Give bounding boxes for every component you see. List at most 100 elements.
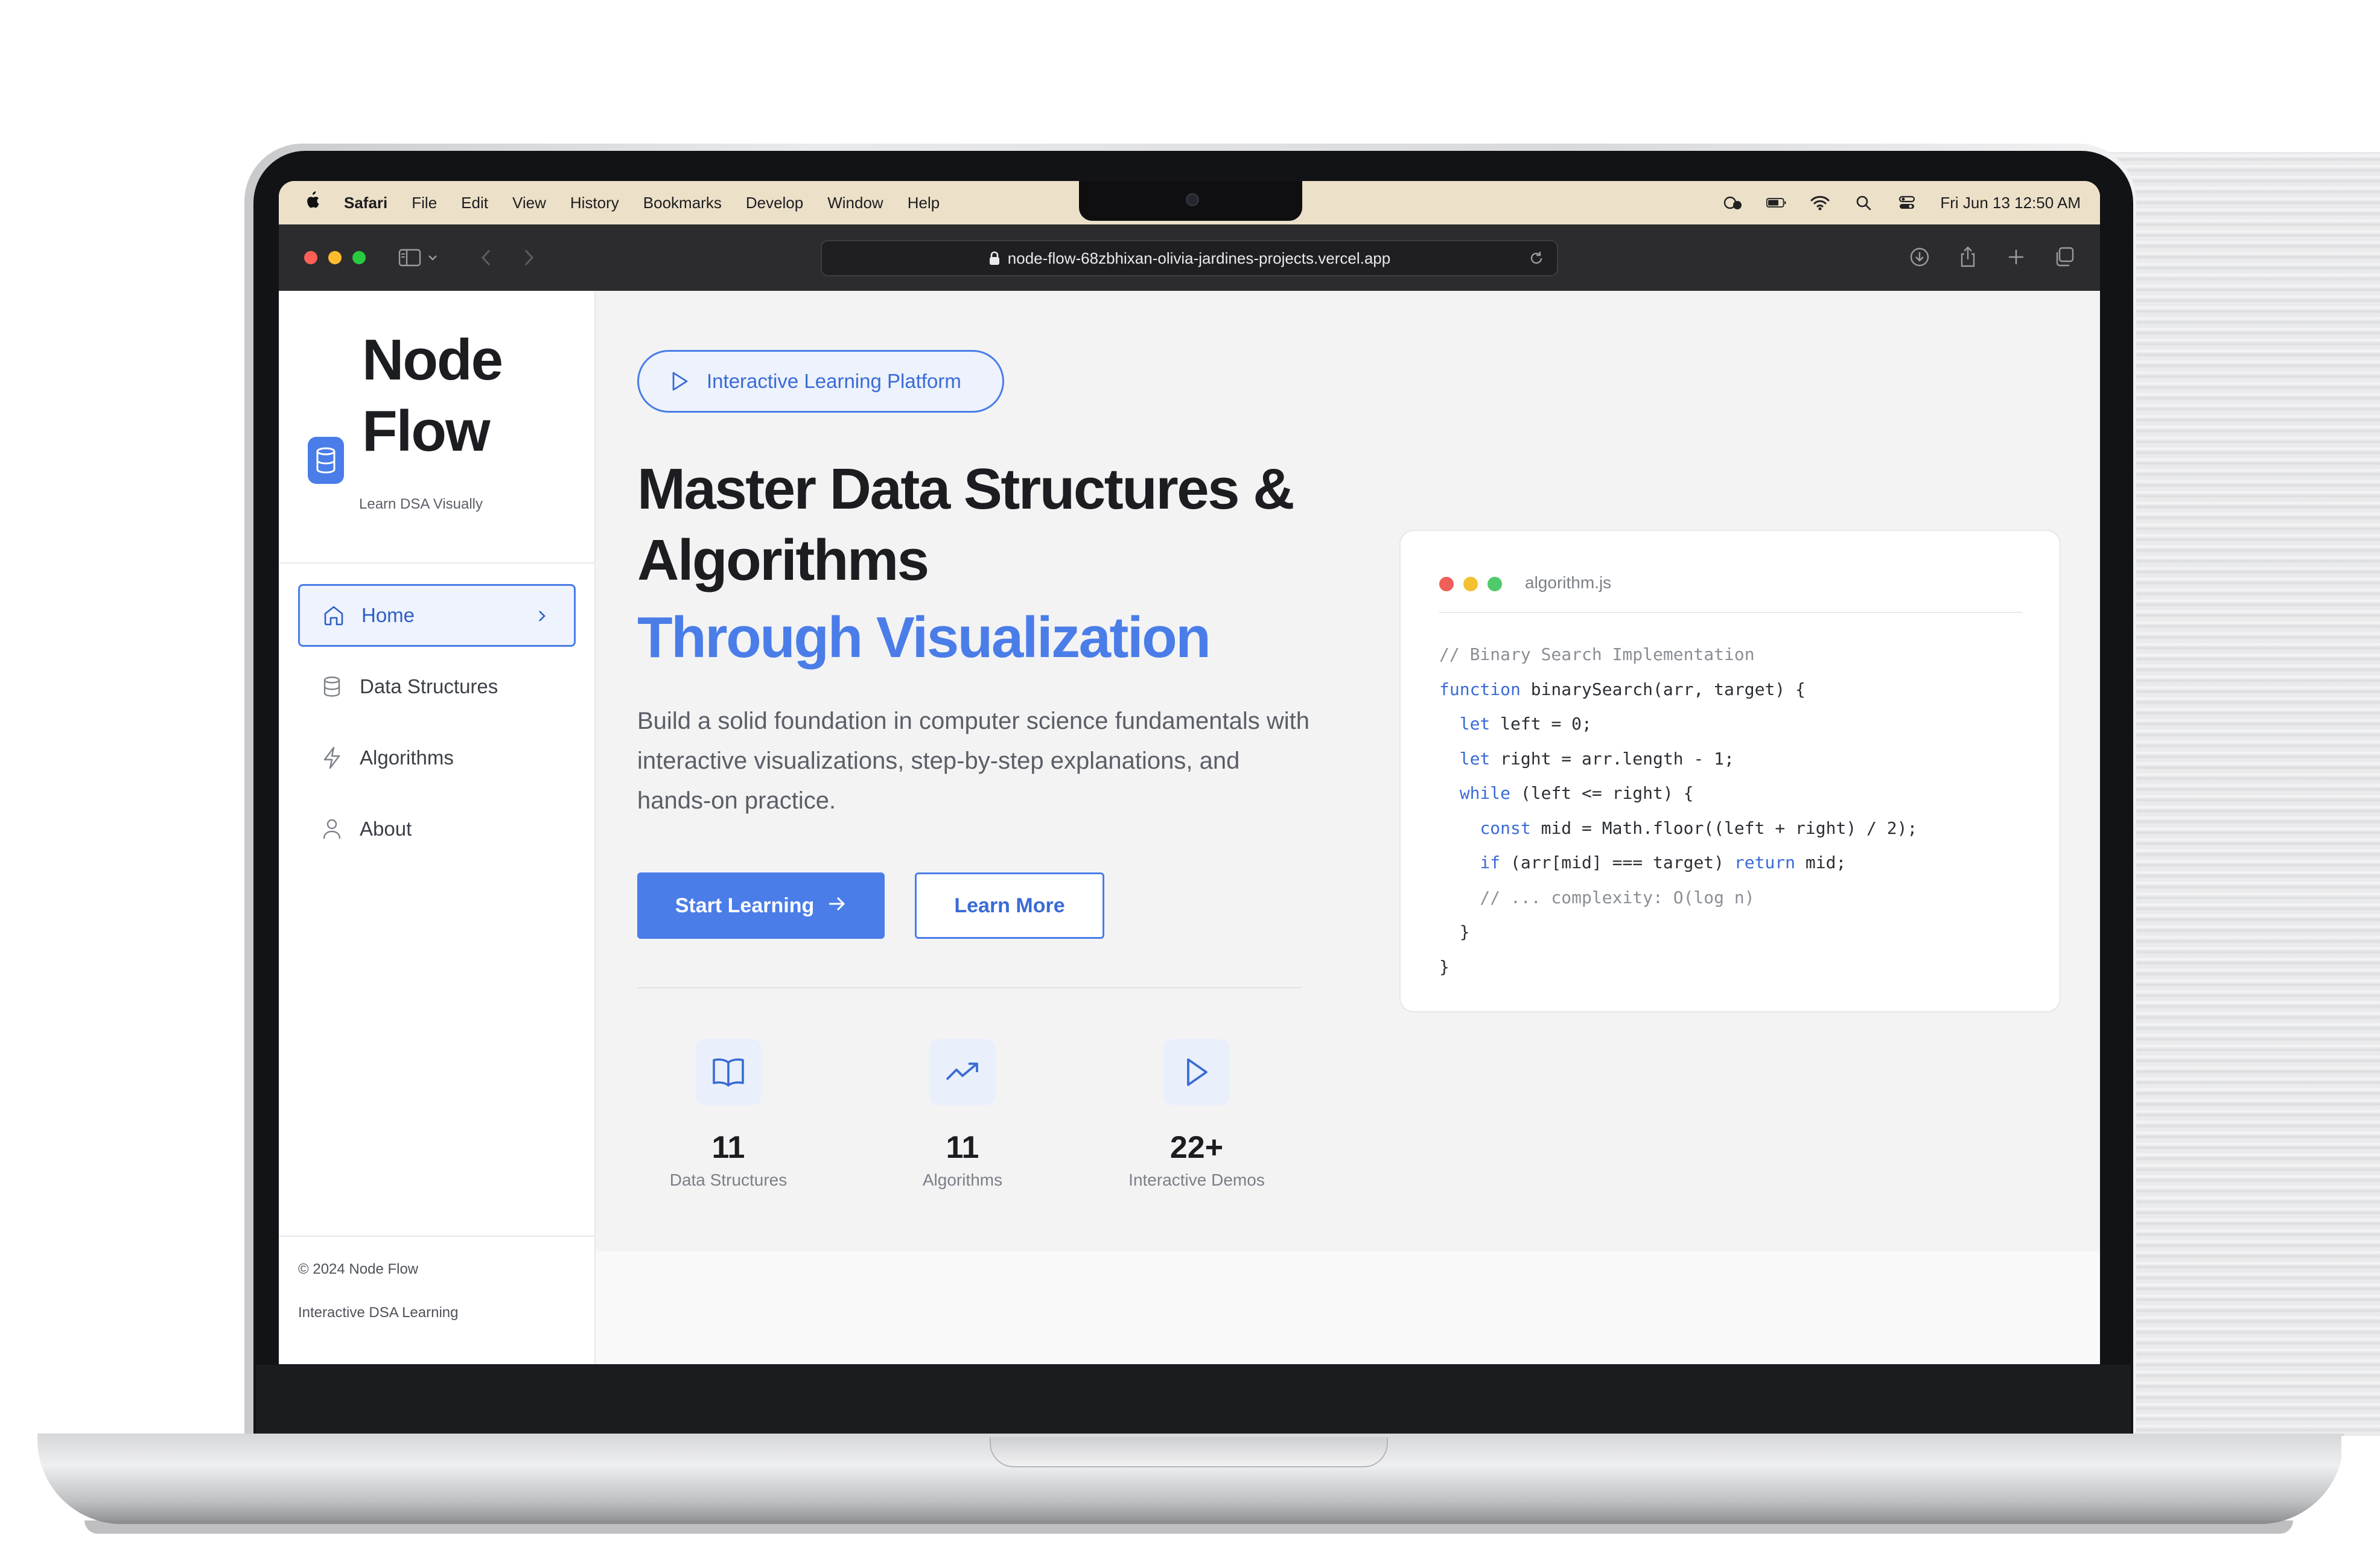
code-keyword: let — [1459, 714, 1491, 734]
back-arrow-icon[interactable] — [477, 246, 495, 269]
code-line: } — [1439, 956, 1449, 977]
chevron-right-icon — [533, 607, 551, 625]
laptop-ghost-edge — [2100, 152, 2380, 1437]
sidebar-item-label: Data Structures — [360, 675, 498, 697]
code-block: // Binary Search Implementation function … — [1439, 637, 1917, 984]
sidebar-item-label: About — [360, 818, 412, 840]
lock-icon — [988, 251, 1001, 265]
menu-app-name[interactable]: Safari — [344, 194, 387, 212]
forward-arrow-icon[interactable] — [520, 246, 538, 269]
macos-menubar: Safari File Edit View History Bookmarks … — [279, 181, 2100, 224]
code-keyword: const — [1480, 818, 1531, 838]
sidebar-item-algorithms[interactable]: Algorithms — [298, 726, 576, 789]
code-preview-card: algorithm.js // Binary Search Implementa… — [1399, 530, 2061, 1012]
brand-title-line2: Flow — [362, 399, 491, 463]
platform-badge-label: Interactive Learning Platform — [707, 370, 961, 392]
browser-toolbar: node-flow-68zbhixan-olivia-jardines-proj… — [279, 224, 2100, 291]
lightning-icon — [320, 746, 344, 770]
sidebar-item-data-structures[interactable]: Data Structures — [298, 655, 576, 718]
tab-overview-icon[interactable] — [2053, 245, 2076, 269]
spotlight-search-icon[interactable] — [1853, 194, 1874, 212]
sidebar-item-about[interactable]: About — [298, 798, 576, 860]
menubar-datetime[interactable]: Fri Jun 13 12:50 AM — [1940, 194, 2081, 212]
laptop-base-shadow — [84, 1520, 2293, 1534]
menu-window[interactable]: Window — [827, 194, 883, 212]
sidebar-footer-divider — [279, 1236, 596, 1237]
laptop-ghost-base — [2341, 1436, 2380, 1478]
code-line: // ... complexity: O(log n) — [1439, 887, 1755, 907]
code-window-dots — [1439, 577, 1502, 591]
code-dot-red — [1439, 577, 1454, 591]
menu-edit[interactable]: Edit — [461, 194, 488, 212]
stat-algorithms: 11 Algorithms — [872, 1039, 1053, 1190]
hero-divider — [637, 987, 1301, 988]
user-icon — [320, 817, 344, 841]
main-content: Interactive Learning Platform Master Dat… — [596, 291, 2100, 1364]
zoom-window-button[interactable] — [352, 251, 366, 264]
learn-more-label: Learn More — [954, 894, 1065, 917]
brand-title: Node Flow — [362, 325, 603, 467]
url-text: node-flow-68zbhixan-olivia-jardines-proj… — [1007, 249, 1391, 267]
footer-tagline: Interactive DSA Learning — [298, 1304, 459, 1321]
code-line: const mid = Math.floor((left + right) / … — [1480, 818, 1918, 838]
stat-value: 11 — [946, 1130, 979, 1165]
menu-bookmarks[interactable]: Bookmarks — [643, 194, 722, 212]
laptop-opening-notch — [990, 1437, 1388, 1467]
home-icon — [322, 603, 346, 627]
code-keyword: let — [1459, 748, 1491, 769]
code-dot-yellow — [1463, 577, 1478, 591]
new-tab-plus-icon[interactable] — [2005, 245, 2028, 269]
close-window-button[interactable] — [304, 251, 317, 264]
download-icon[interactable] — [1908, 245, 1931, 269]
sidebar-item-label: Home — [361, 604, 415, 626]
hero-title-accent: Through Visualization — [637, 605, 1211, 670]
brand-title-line1: Node — [362, 328, 503, 392]
apple-logo-icon[interactable] — [304, 191, 320, 214]
share-icon[interactable] — [1956, 245, 1979, 269]
start-learning-label: Start Learning — [675, 894, 815, 917]
arrow-right-icon — [827, 894, 847, 918]
sidebar-toggle-icon[interactable] — [398, 247, 422, 268]
window-controls — [279, 251, 366, 264]
play-outline-icon — [670, 369, 691, 393]
code-line: if (arr[mid] === target) return mid; — [1480, 853, 1847, 872]
stat-interactive-demos: 22+ Interactive Demos — [1106, 1039, 1287, 1190]
learn-more-button[interactable]: Learn More — [915, 872, 1104, 939]
code-keyword: return — [1734, 853, 1796, 872]
stat-label: Interactive Demos — [1128, 1171, 1265, 1189]
start-learning-button[interactable]: Start Learning — [637, 872, 885, 939]
stat-value: 22+ — [1169, 1130, 1224, 1165]
stat-data-structures: 11 Data Structures — [638, 1039, 819, 1190]
laptop-screen: Safari File Edit View History Bookmarks … — [279, 181, 2100, 1364]
chevron-down-icon[interactable] — [425, 247, 440, 268]
hero-title: Master Data Structures & Algorithms — [637, 457, 1295, 592]
sidebar-divider — [279, 562, 596, 564]
sidebar-item-home[interactable]: Home — [298, 584, 576, 647]
camera-dot — [1186, 193, 1199, 206]
sidebar-item-label: Algorithms — [360, 746, 454, 769]
code-line: let right = arr.length - 1; — [1459, 748, 1734, 769]
code-keyword: function — [1439, 679, 1521, 699]
code-filename: algorithm.js — [1525, 573, 1612, 592]
stat-label: Data Structures — [669, 1171, 788, 1189]
address-bar[interactable]: node-flow-68zbhixan-olivia-jardines-proj… — [821, 240, 1558, 276]
control-center-icon[interactable] — [1897, 194, 1917, 212]
menu-view[interactable]: View — [512, 194, 546, 212]
reload-icon[interactable] — [1527, 249, 1546, 268]
code-dot-green — [1488, 577, 1502, 591]
code-line: while (left <= right) { — [1459, 783, 1694, 803]
minimize-window-button[interactable] — [328, 251, 342, 264]
wifi-icon[interactable] — [1810, 194, 1830, 212]
play-icon — [1163, 1039, 1230, 1105]
menu-help[interactable]: Help — [908, 194, 940, 212]
main-bottom-band — [596, 1251, 2100, 1364]
battery-icon[interactable] — [1766, 194, 1787, 212]
focus-status-icon[interactable] — [1723, 194, 1743, 212]
platform-badge: Interactive Learning Platform — [637, 350, 1004, 413]
menu-develop[interactable]: Develop — [746, 194, 803, 212]
code-line: function binarySearch(arr, target) { — [1439, 679, 1806, 699]
menu-history[interactable]: History — [570, 194, 619, 212]
brand-tagline: Learn DSA Visually — [359, 496, 483, 512]
menu-file[interactable]: File — [412, 194, 437, 212]
trending-up-icon — [929, 1039, 996, 1105]
